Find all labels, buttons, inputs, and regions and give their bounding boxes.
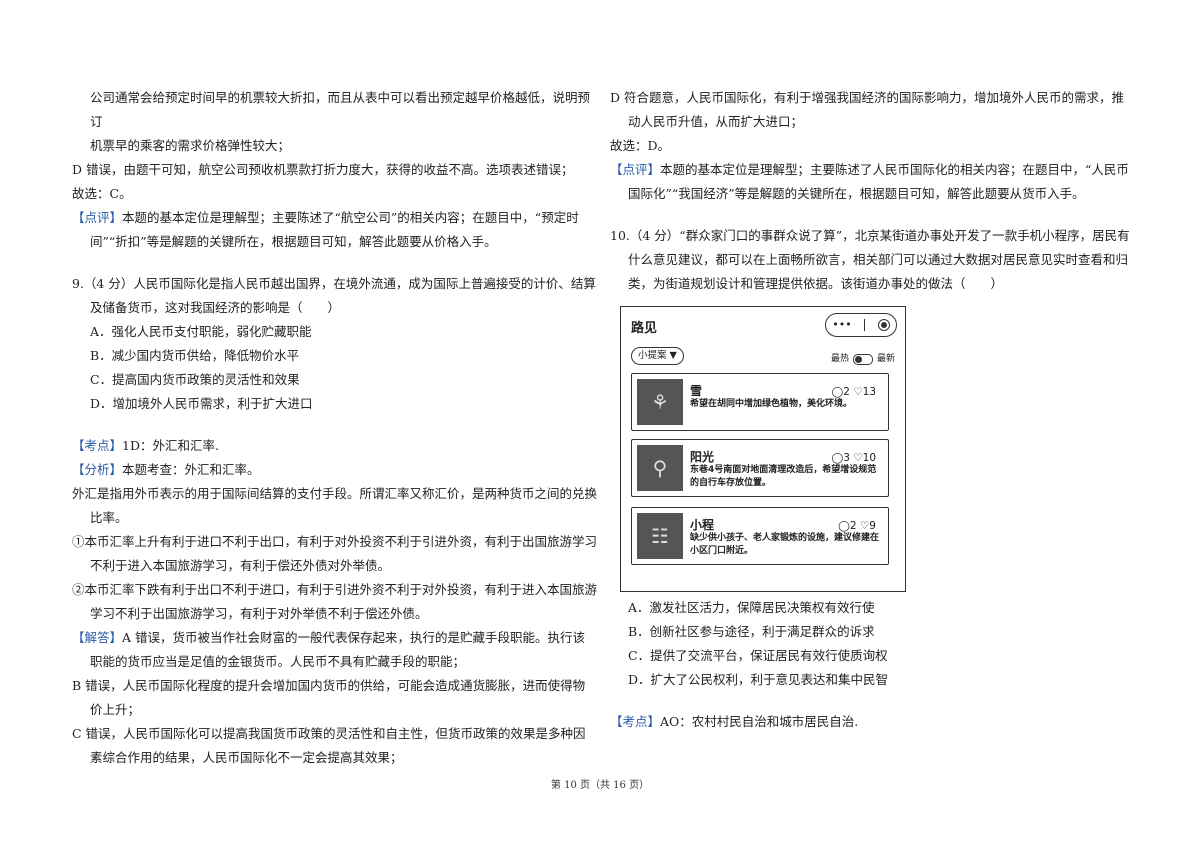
post-card: ☷ 小程 ◯2 ♡9 缺少供小孩子、老人家锻炼的设施，建议修建在小区门口附近。 [631,507,889,565]
answer-b: B 错误，人民币国际化程度的提升会增加国内货币的供给，可能会造成通货膨胀，进而使… [72,678,586,717]
left-column: 公司通常会给预定时间早的机票较大折扣，而且从表中可以看出预定越早价格越低，说明预… [72,86,597,770]
comment-tag: 【点评】 [610,162,661,177]
phone-app-mockup: 路见 ••• 小提案 ▼ 最热 最新 ⚘ 雪 ◯2 ♡13 希望在胡同中增加绿色… [620,306,906,592]
analysis-text: 本题考查：外汇和汇率。 [122,462,260,477]
post-card: ⚘ 雪 ◯2 ♡13 希望在胡同中增加绿色植物，美化环境。 [631,373,889,431]
keypoint-text: AO：农村村民自治和城市居民自治. [660,714,859,729]
choice-line: 故选：D。 [610,138,671,153]
fitness-icon: ☷ [637,513,683,559]
analysis-tag: 【分析】 [72,462,123,477]
answer-block: 【解答】A 错误，货币被当作社会财富的一般代表保存起来，执行的是贮藏手段职能。执… [72,626,597,674]
post-text: 希望在胡同中增加绿色植物，美化环境。 [690,399,853,409]
answer-d: D 符合题意，人民币国际化，有利于增强我国经济的国际影响力，增加境外人民币的需求… [610,90,1124,129]
comment-block: 【点评】本题的基本定位是理解型；主要陈述了“航空公司”的相关内容；在题目中，“预… [72,206,597,254]
option-d: D．增加境外人民币需求，利于扩大进口 [90,396,313,411]
option-a: A．激发社区活力，保障居民决策权有效行使 [628,600,875,615]
divider [864,319,866,331]
sort-hot-label: 最热 [830,354,849,364]
app-menu-capsule: ••• [825,313,897,337]
answer-c: C 错误，人民币国际化可以提高我国货币政策的灵活性和自主性，但货币政策的效果是多… [72,726,586,765]
toggle-switch-icon [852,353,873,365]
post-text: 东巷4号南面对地面清理改造后，希望增设规范的自行车存放位置。 [690,465,877,488]
sort-new-label: 最新 [876,354,895,364]
analysis-block: 【分析】本题考查：外汇和汇率。 [72,458,597,482]
keypoint-text: 1D：外汇和汇率. [122,438,219,453]
text-line: 故选：C。 [72,186,132,201]
keypoint-tag: 【考点】 [72,438,123,453]
page-footer: 第 10 页（共 16 页） [550,780,650,791]
sort-toggle: 最热 最新 [831,347,895,371]
analysis-para-1: 外汇是指用外币表示的用于国际间结算的支付手段。所谓汇率又称汇价，是两种货币之间的… [72,486,598,525]
post-card: ⚲ 阳光 ◯3 ♡10 东巷4号南面对地面清理改造后，希望增设规范的自行车存放位… [631,439,889,497]
option-b: B．创新社区参与途径，利于满足群众的诉求 [628,624,875,639]
target-icon [877,319,890,331]
keypoint-block: 【考点】1D：外汇和汇率. [72,434,597,458]
answer-text: A 错误，货币被当作社会财富的一般代表保存起来，执行的是贮藏手段职能。执行该职能… [90,630,586,669]
option-b: B．减少国内货币供给，降低物价水平 [90,348,300,363]
comment-text: 本题的基本定位是理解型；主要陈述了人民币国际化的相关内容；在题目中，“人民币国际… [628,162,1129,201]
answer-tag: 【解答】 [72,630,123,645]
text-line: 机票早的乘客的需求价格弹性较大； [90,138,291,153]
post-text: 缺少供小孩子、老人家锻炼的设施，建议修建在小区门口附近。 [690,533,880,556]
keypoint-tag: 【考点】 [610,714,661,729]
comment-text: 本题的基本定位是理解型；主要陈述了“航空公司”的相关内容；在题目中，“预定时间”… [90,210,579,249]
option-d: D．扩大了公民权利，利于意见表达和集中民智 [628,672,889,687]
keypoint-block: 【考点】AO：农村村民自治和城市居民自治. [610,710,1135,734]
option-c: C．提供了交流平台，保证居民有效行使质询权 [628,648,888,663]
comment-tag: 【点评】 [72,210,123,225]
app-title: 路见 [631,321,658,336]
analysis-para-3: ②本币汇率下跌有利于出口不利于进口，有利于引进外资不利于对外投资，有利于进入本国… [72,582,598,621]
question-10-stem: 10.（4 分）“群众家门口的事群众说了算”，北京某街道办事处开发了一款手机小程… [610,228,1130,291]
category-select: 小提案 ▼ [631,347,684,365]
right-column: D 符合题意，人民币国际化，有利于增强我国经济的国际影响力，增加境外人民币的需求… [610,86,1135,734]
bicycle-icon: ⚲ [637,445,683,491]
text-line: 公司通常会给预定时间早的机票较大折扣，而且从表中可以看出预定越早价格越低，说明预… [90,90,591,129]
more-icon: ••• [832,318,852,331]
option-a: A．强化人民币支付职能，弱化贮藏职能 [90,324,312,339]
plant-icon: ⚘ [637,379,683,425]
question-9-stem: 9.（4 分）人民币国际化是指人民币越出国界，在境外流通，成为国际上普遍接受的计… [72,276,596,315]
comment-block: 【点评】本题的基本定位是理解型；主要陈述了人民币国际化的相关内容；在题目中，“人… [610,158,1135,206]
text-line: D 错误，由题干可知，航空公司预收机票款打折力度大，获得的收益不高。选项表述错误… [72,162,574,177]
option-c: C．提高国内货币政策的灵活性和效果 [90,372,300,387]
analysis-para-2: ①本币汇率上升有利于进口不利于出口，有利于对外投资不利于引进外资，有利于出国旅游… [72,534,598,573]
